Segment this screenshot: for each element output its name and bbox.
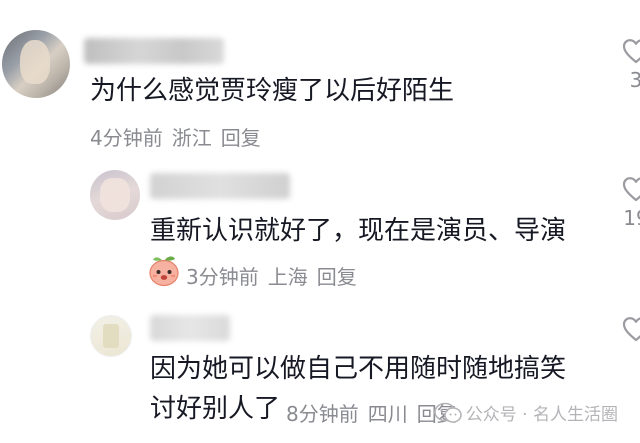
reply-button[interactable]: 回复 [221,122,261,151]
comment-text: 重新认识就好了，现在是演员、导演 [150,216,567,246]
comment-meta: 4分钟前 浙江 回复 [90,122,270,151]
heart-icon [622,39,640,64]
reply-button[interactable]: 回复 [317,261,357,290]
avatar-image [100,178,130,212]
avatar-image [20,40,50,84]
like-button[interactable]: 19 [618,176,640,230]
heart-icon [622,317,640,342]
comment-time: 8分钟前 [286,402,359,426]
comment-location: 上海 [267,265,308,289]
like-count: 19 [623,206,640,230]
like-button[interactable] [618,316,640,346]
comment-time: 4分钟前 [90,126,163,150]
heart-icon [622,177,640,202]
comment-location: 四川 [367,402,408,426]
comment-location: 浙江 [171,126,212,150]
avatar[interactable] [2,30,70,98]
comment-text-line: 因为她可以做自己不用随时随地搞笑 [150,354,567,384]
username-blurred[interactable] [84,38,224,64]
peach-emoji-icon [149,256,179,287]
avatar[interactable] [90,170,140,220]
wechat-official-account-icon [433,402,462,423]
like-button[interactable]: 3 [618,38,640,92]
username-blurred[interactable] [150,315,230,341]
comment-meta: 3分钟前 上海 回复 [186,261,366,290]
comment-text: 为什么感觉贾玲瘦了以后好陌生 [90,76,455,106]
watermark: 公众号 · 名人生活圈 [433,400,618,425]
like-count: 3 [629,68,640,92]
avatar-image [103,324,119,348]
username-blurred[interactable] [150,173,290,199]
comment-time: 3分钟前 [186,265,259,289]
watermark-text: 公众号 · 名人生活圈 [465,405,618,425]
avatar[interactable] [90,315,132,357]
